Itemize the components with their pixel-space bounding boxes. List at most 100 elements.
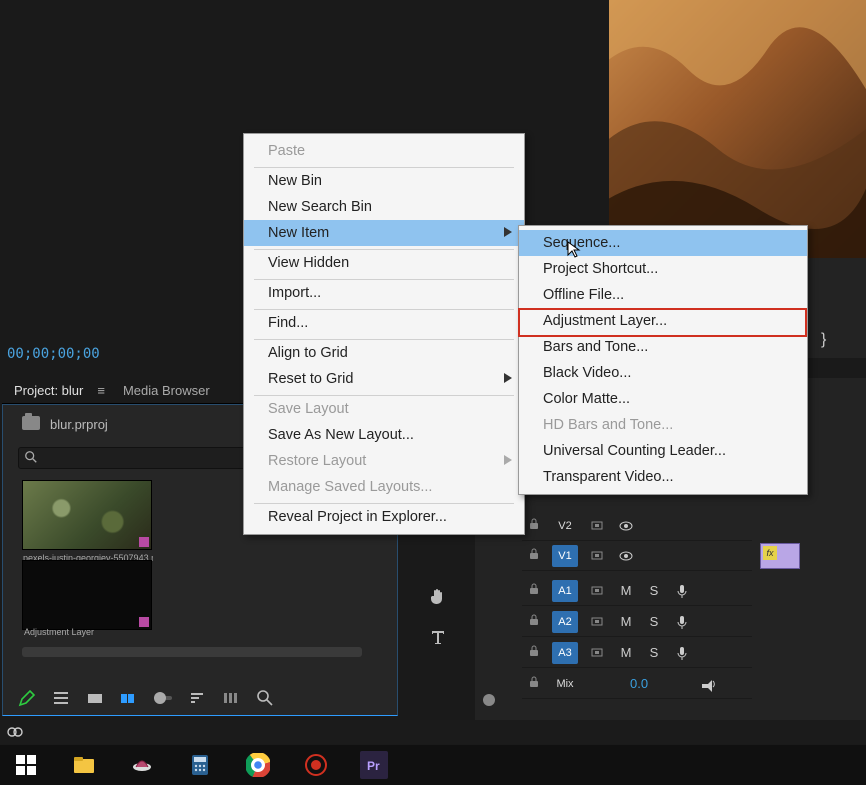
mute-button[interactable]: M — [618, 583, 634, 599]
fx-badge: fx — [763, 546, 777, 560]
track-label[interactable]: A2 — [552, 611, 578, 633]
submenu-transparent-video[interactable]: Transparent Video... — [519, 464, 807, 490]
timeline-handle-icon[interactable]: } — [821, 331, 826, 349]
track-label[interactable]: Mix — [552, 673, 578, 695]
lock-icon[interactable] — [528, 645, 540, 660]
source-timecode[interactable]: 00;00;00;00 — [7, 346, 100, 362]
eye-icon[interactable] — [618, 548, 634, 564]
project-scrollbar[interactable] — [22, 647, 362, 657]
project-file-icon — [22, 416, 40, 430]
voiceover-icon[interactable] — [674, 645, 690, 661]
voiceover-icon[interactable] — [674, 614, 690, 630]
menu-manage-layouts: Manage Saved Layouts... — [244, 474, 524, 500]
mute-button[interactable]: M — [618, 645, 634, 661]
lock-icon[interactable] — [528, 614, 540, 629]
automate-icon[interactable] — [222, 689, 240, 707]
windows-taskbar: Pr — [0, 745, 866, 785]
menu-view-hidden[interactable]: View Hidden — [244, 246, 524, 276]
timeline-zoom-handle[interactable] — [483, 694, 495, 706]
project-file-name: blur.prproj — [50, 417, 108, 432]
thumbnail-badge — [139, 617, 149, 627]
sync-lock-icon[interactable] — [590, 548, 606, 564]
solo-button[interactable]: S — [646, 645, 662, 661]
submenu-offline-file[interactable]: Offline File... — [519, 282, 807, 308]
submenu-ucl[interactable]: Universal Counting Leader... — [519, 438, 807, 464]
file-explorer-icon[interactable] — [70, 751, 98, 779]
tools-panel — [424, 586, 452, 650]
pencil-icon[interactable] — [18, 689, 36, 707]
submenu-adjustment-layer[interactable]: Adjustment Layer... — [519, 308, 807, 334]
solo-button[interactable]: S — [646, 583, 662, 599]
program-monitor-preview — [609, 0, 866, 258]
calculator-icon[interactable] — [186, 751, 214, 779]
lock-icon[interactable] — [528, 518, 540, 533]
mix-value[interactable]: 0.0 — [630, 676, 648, 691]
menu-restore-layout-label: Restore Layout — [268, 453, 366, 469]
menu-new-item[interactable]: New Item — [244, 220, 524, 246]
menu-save-as-layout[interactable]: Save As New Layout... — [244, 422, 524, 448]
sync-lock-icon[interactable] — [590, 614, 606, 630]
lock-icon[interactable] — [528, 676, 540, 691]
project-thumbnail-adjustment[interactable] — [22, 560, 152, 630]
mute-button[interactable]: M — [618, 614, 634, 630]
search-icon — [24, 450, 38, 464]
tab-media-browser[interactable]: Media Browser — [123, 383, 210, 398]
menu-import[interactable]: Import... — [244, 276, 524, 306]
track-header-v1: V1 — [522, 541, 752, 571]
menu-new-search-bin[interactable]: New Search Bin — [244, 194, 524, 220]
track-label[interactable]: A1 — [552, 580, 578, 602]
track-label[interactable]: A3 — [552, 642, 578, 664]
tab-menu-icon[interactable]: ≡ — [97, 383, 105, 398]
freeform-view-icon[interactable] — [120, 689, 138, 707]
context-menu: Paste New Bin New Search Bin New Item Vi… — [243, 133, 525, 535]
submenu-black-video[interactable]: Black Video... — [519, 360, 807, 386]
lock-icon[interactable] — [528, 548, 540, 563]
timeline-clip[interactable]: fx — [760, 543, 800, 569]
submenu-project-shortcut[interactable]: Project Shortcut... — [519, 256, 807, 282]
hand-tool-icon[interactable] — [428, 586, 448, 609]
app-icon[interactable] — [128, 751, 156, 779]
menu-new-item-label: New Item — [268, 225, 329, 241]
chrome-icon[interactable] — [244, 751, 272, 779]
sync-lock-icon[interactable] — [590, 518, 606, 534]
icon-view-icon[interactable] — [86, 689, 104, 707]
start-icon[interactable] — [12, 751, 40, 779]
track-label[interactable]: V2 — [552, 515, 578, 537]
track-label[interactable]: V1 — [552, 545, 578, 567]
zoom-slider[interactable] — [154, 689, 172, 707]
voiceover-icon[interactable] — [674, 583, 690, 599]
submenu-sequence[interactable]: Sequence... — [519, 230, 807, 256]
sort-icon[interactable] — [188, 689, 206, 707]
menu-paste: Paste — [244, 138, 524, 164]
menu-reset-grid[interactable]: Reset to Grid — [244, 366, 524, 392]
list-view-icon[interactable] — [52, 689, 70, 707]
svg-text:Pr: Pr — [367, 759, 380, 773]
menu-find[interactable]: Find... — [244, 306, 524, 336]
menu-new-bin[interactable]: New Bin — [244, 164, 524, 194]
cc-icon[interactable] — [6, 722, 24, 743]
menu-reset-grid-label: Reset to Grid — [268, 371, 353, 387]
output-icon[interactable] — [700, 676, 716, 692]
menu-reveal-explorer[interactable]: Reveal Project in Explorer... — [244, 500, 524, 530]
lock-icon[interactable] — [528, 583, 540, 598]
solo-button[interactable]: S — [646, 614, 662, 630]
tab-project[interactable]: Project: blur — [14, 383, 83, 398]
sync-lock-icon[interactable] — [590, 645, 606, 661]
submenu-bars-tone[interactable]: Bars and Tone... — [519, 334, 807, 360]
menu-align-grid[interactable]: Align to Grid — [244, 336, 524, 366]
record-icon[interactable] — [302, 751, 330, 779]
menu-restore-layout: Restore Layout — [244, 448, 524, 474]
track-header-a3: A3 M S — [522, 638, 752, 668]
submenu-color-matte[interactable]: Color Matte... — [519, 386, 807, 412]
thumbnail-badge — [139, 537, 149, 547]
eye-icon[interactable] — [618, 518, 634, 534]
thumbnail-label: Adjustment Layer — [24, 627, 94, 637]
menu-save-layout: Save Layout — [244, 392, 524, 422]
type-tool-icon[interactable] — [428, 627, 448, 650]
sync-lock-icon[interactable] — [590, 583, 606, 599]
premiere-icon[interactable]: Pr — [360, 751, 388, 779]
track-header-v2: V2 — [522, 511, 752, 541]
find-icon[interactable] — [256, 689, 274, 707]
project-panel-toolbar — [10, 684, 396, 712]
project-thumbnail-video[interactable]: pexels-justin-georgiev-5507943.mp4 — [22, 480, 152, 550]
